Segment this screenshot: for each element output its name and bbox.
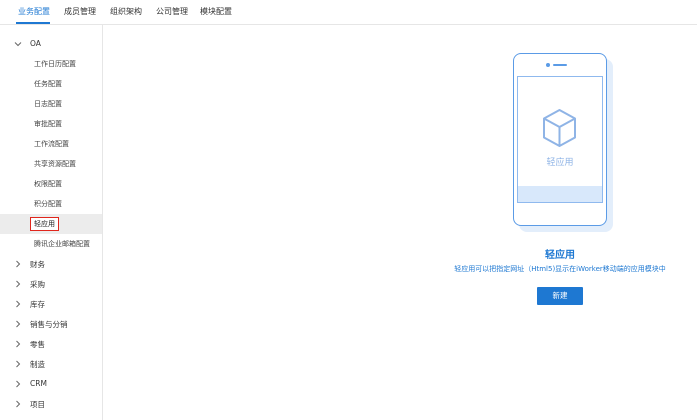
chevron-right-icon xyxy=(16,300,21,308)
sidebar-group-purchasing[interactable]: 采购 xyxy=(0,274,102,294)
sidebar-group-label: 零售 xyxy=(30,340,45,349)
sidebar-item-label: 工作日历配置 xyxy=(34,60,76,68)
sidebar-item-label: 腾讯企业邮箱配置 xyxy=(34,240,90,248)
sidebar-group-label: CRM xyxy=(30,379,47,388)
sidebar-group-label: 财务 xyxy=(30,260,45,269)
sidebar-group-finance[interactable]: 财务 xyxy=(0,254,102,274)
sidebar-item-points[interactable]: 积分配置 xyxy=(0,194,102,214)
phone-screen-label: 轻应用 xyxy=(546,158,574,168)
sidebar-item-light-app[interactable]: 轻应用 xyxy=(0,214,102,234)
chevron-right-icon xyxy=(16,260,21,268)
sidebar-group-label: OA xyxy=(30,39,41,48)
sidebar-item-tencent-mail[interactable]: 腾讯企业邮箱配置 xyxy=(0,234,102,254)
cube-icon xyxy=(543,109,576,147)
sidebar-group-label: 采购 xyxy=(30,280,45,289)
sidebar-group-oa[interactable]: OA xyxy=(0,34,102,54)
sidebar-item-approval[interactable]: 审批配置 xyxy=(0,114,102,134)
sidebar-item-task[interactable]: 任务配置 xyxy=(0,74,102,94)
sidebar-group-retail[interactable]: 零售 xyxy=(0,334,102,354)
tab-org-structure[interactable]: 组织架构 xyxy=(110,6,142,17)
sidebar-item-label: 日志配置 xyxy=(34,100,62,108)
sidebar-item-workflow[interactable]: 工作流配置 xyxy=(0,134,102,154)
sidebar-item-label: 任务配置 xyxy=(34,80,62,88)
sidebar-item-work-calendar[interactable]: 工作日历配置 xyxy=(0,54,102,74)
tab-member-management[interactable]: 成员管理 xyxy=(64,6,96,17)
phone-camera-dot xyxy=(546,63,550,67)
chevron-right-icon xyxy=(16,400,21,408)
sidebar-item-label: 审批配置 xyxy=(34,120,62,128)
sidebar-item-permissions[interactable]: 权限配置 xyxy=(0,174,102,194)
active-tab-indicator xyxy=(16,22,50,24)
phone-screen-bottom-bar xyxy=(518,186,602,202)
chevron-down-icon xyxy=(14,42,22,47)
sidebar-group-label: 销售与分销 xyxy=(30,320,68,329)
sidebar-group-inventory[interactable]: 库存 xyxy=(0,294,102,314)
page-description: 轻应用可以把指定网址（Html5)显示在iWorker移动端的应用模块中 xyxy=(454,265,666,273)
chevron-right-icon xyxy=(16,320,21,328)
tab-company-management[interactable]: 公司管理 xyxy=(156,6,188,17)
sidebar-group-project[interactable]: 项目 xyxy=(0,394,102,414)
sidebar-item-label: 工作流配置 xyxy=(34,140,69,148)
sidebar-group-label: 制造 xyxy=(30,360,45,369)
sidebar-item-label: 轻应用 xyxy=(30,217,59,231)
sidebar-item-label: 共享资源配置 xyxy=(34,160,76,168)
chevron-right-icon xyxy=(16,380,21,388)
sidebar-group-crm[interactable]: CRM xyxy=(0,374,102,394)
new-button[interactable]: 新建 xyxy=(537,287,583,305)
sidebar-group-label: 项目 xyxy=(30,400,45,409)
chevron-right-icon xyxy=(16,280,21,288)
phone-speaker xyxy=(553,64,567,66)
top-nav: 业务配置 成员管理 组织架构 公司管理 模块配置 xyxy=(0,0,697,25)
chevron-right-icon xyxy=(16,340,21,348)
sidebar-item-label: 权限配置 xyxy=(34,180,62,188)
sidebar-item-label: 积分配置 xyxy=(34,200,62,208)
page-title: 轻应用 xyxy=(545,250,575,261)
sidebar-item-shared-resources[interactable]: 共享资源配置 xyxy=(0,154,102,174)
sidebar-group-manufacturing[interactable]: 制造 xyxy=(0,354,102,374)
sidebar-group-sales-distribution[interactable]: 销售与分销 xyxy=(0,314,102,334)
tab-business-config[interactable]: 业务配置 xyxy=(18,6,50,17)
sidebar-item-log[interactable]: 日志配置 xyxy=(0,94,102,114)
sidebar: OA 工作日历配置 任务配置 日志配置 审批配置 工作流配置 共享资源配置 权限… xyxy=(0,25,103,420)
tab-module-config[interactable]: 模块配置 xyxy=(200,6,232,17)
sidebar-group-label: 库存 xyxy=(30,300,45,309)
chevron-right-icon xyxy=(16,360,21,368)
